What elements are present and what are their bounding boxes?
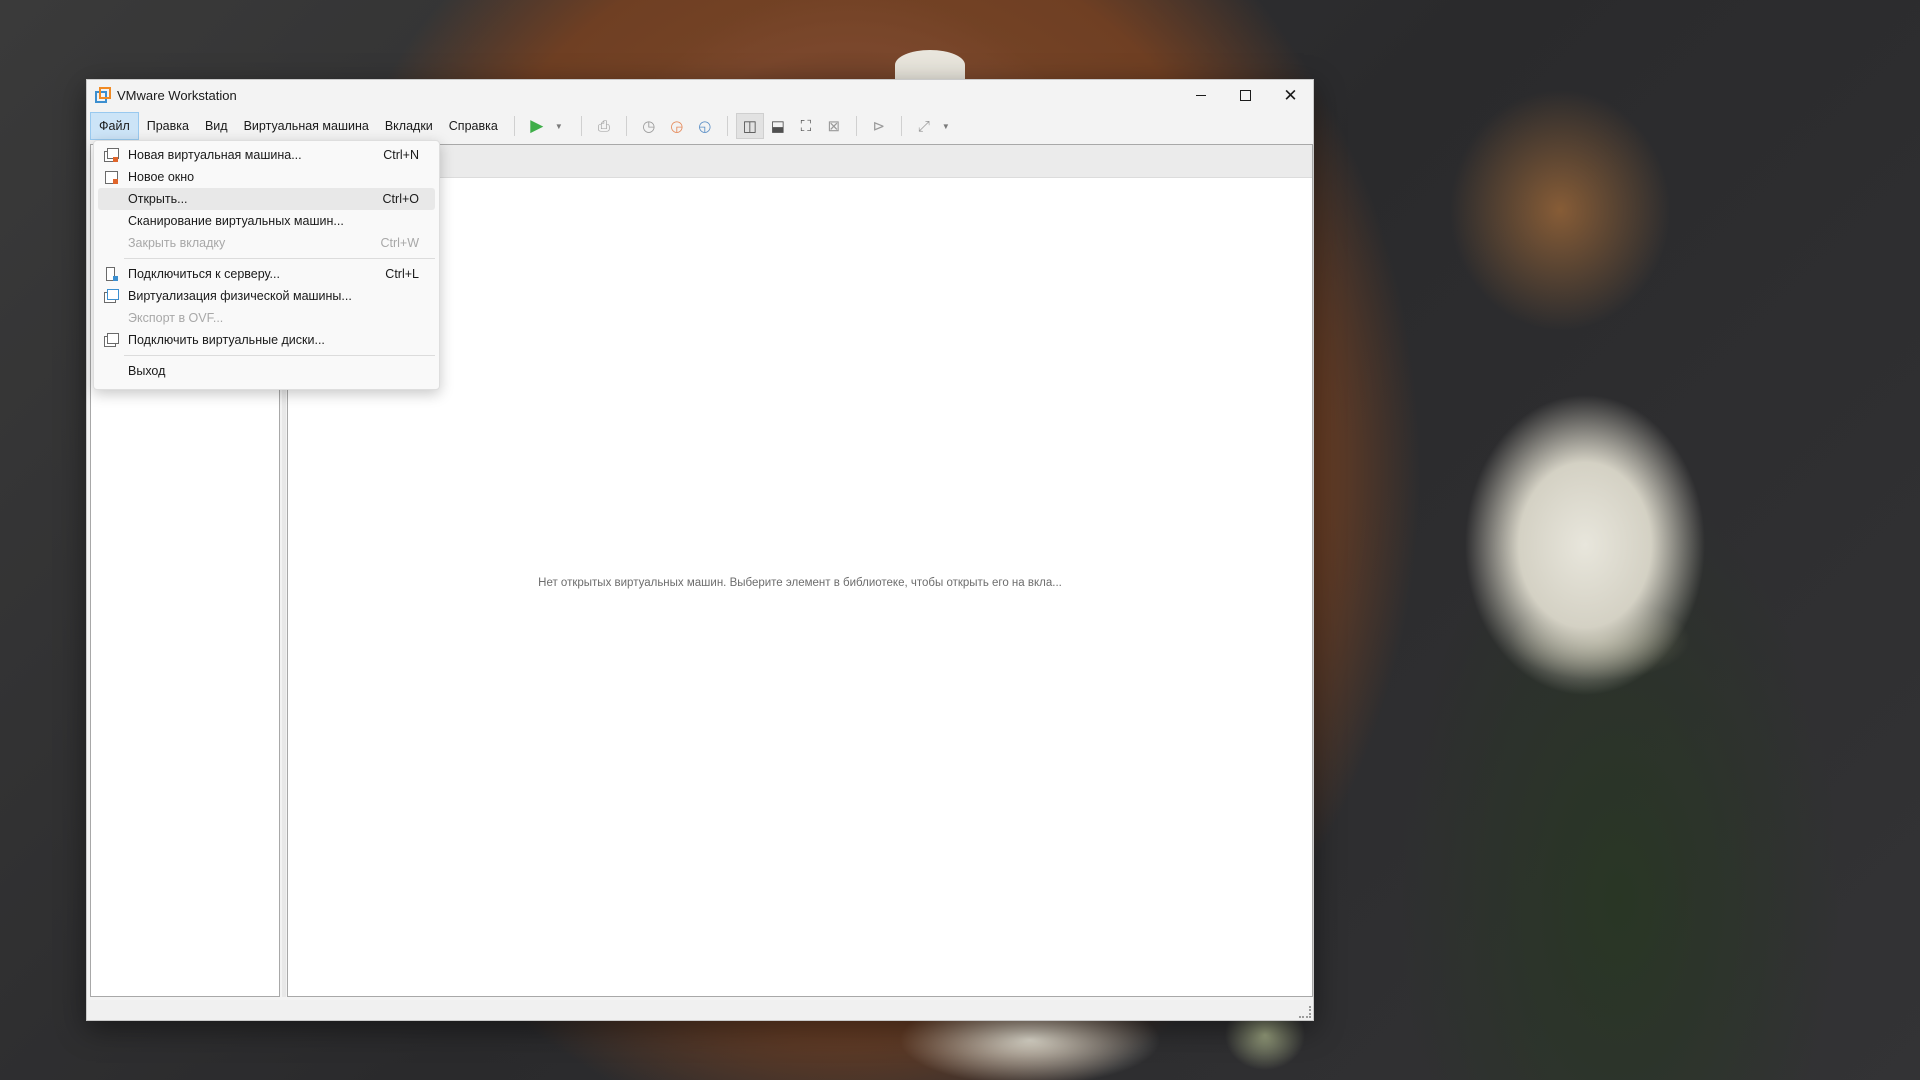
main-workspace: Нет открытых виртуальных машин. Выберите… bbox=[287, 144, 1313, 997]
library-view-icon[interactable]: ◫ bbox=[735, 113, 764, 139]
vmware-logo-icon bbox=[95, 87, 111, 103]
menu-separator bbox=[124, 258, 435, 259]
connect-server-icon bbox=[104, 267, 118, 281]
status-bar bbox=[87, 1000, 1313, 1020]
close-icon: ✕ bbox=[1283, 85, 1298, 105]
menu-item-label: Открыть... bbox=[128, 192, 188, 206]
console-view-icon[interactable]: ⊳ bbox=[865, 113, 893, 139]
window-controls: ✕ bbox=[1178, 80, 1313, 110]
virtualize-physical-icon bbox=[104, 289, 119, 303]
menu-item-close-tab: Закрыть вкладку Ctrl+W bbox=[98, 232, 435, 254]
menu-item-shortcut: Ctrl+O bbox=[382, 192, 419, 206]
menu-item-label: Экспорт в OVF... bbox=[128, 311, 224, 325]
unity-icon[interactable]: ⊠ bbox=[820, 113, 848, 139]
menu-item-map-disks[interactable]: Подключить виртуальные диски... bbox=[98, 329, 435, 351]
menu-view[interactable]: Вид bbox=[197, 113, 236, 139]
toolbar-separator bbox=[726, 116, 728, 136]
file-menu-dropdown: Новая виртуальная машина... Ctrl+N Новое… bbox=[93, 140, 440, 390]
snapshot-icon[interactable]: ◷ bbox=[635, 113, 663, 139]
toolbar-separator bbox=[513, 116, 515, 136]
dropdown-arrow-icon[interactable]: ▼ bbox=[545, 113, 573, 139]
toolbar-separator bbox=[900, 116, 902, 136]
window-title: VMware Workstation bbox=[117, 87, 237, 103]
menu-item-label: Новое окно bbox=[128, 170, 195, 184]
maximize-button[interactable] bbox=[1223, 80, 1268, 110]
menu-item-label: Закрыть вкладку bbox=[128, 236, 226, 250]
new-vm-icon bbox=[104, 148, 119, 162]
toolbar-separator bbox=[580, 116, 582, 136]
menu-item-shortcut: Ctrl+L bbox=[385, 267, 419, 281]
revert-snapshot-icon[interactable]: ◶ bbox=[663, 113, 691, 139]
new-window-icon bbox=[104, 170, 118, 184]
wallpaper-petal bbox=[895, 50, 965, 80]
menu-item-shortcut: Ctrl+W bbox=[380, 236, 419, 250]
stretch-dropdown-icon[interactable]: ▼ bbox=[932, 113, 960, 139]
menu-item-virtualize-physical[interactable]: Виртуализация физической машины... bbox=[98, 285, 435, 307]
menu-item-shortcut: Ctrl+N bbox=[383, 148, 419, 162]
menu-separator bbox=[124, 355, 435, 356]
toolbar-separator bbox=[855, 116, 857, 136]
send-keys-icon[interactable]: ⎙ bbox=[590, 113, 618, 139]
menu-help[interactable]: Справка bbox=[441, 113, 506, 139]
menu-item-export-ovf: Экспорт в OVF... bbox=[98, 307, 435, 329]
menu-item-new-vm[interactable]: Новая виртуальная машина... Ctrl+N bbox=[98, 144, 435, 166]
close-button[interactable]: ✕ bbox=[1268, 80, 1313, 110]
toolbar-separator bbox=[625, 116, 627, 136]
thumbnail-bar-icon[interactable]: ⬓ bbox=[764, 113, 792, 139]
menu-item-open[interactable]: Открыть... Ctrl+O bbox=[98, 188, 435, 210]
snapshot-manager-icon[interactable]: ◵ bbox=[691, 113, 719, 139]
minimize-button[interactable] bbox=[1178, 80, 1223, 110]
menu-item-label: Подключить виртуальные диски... bbox=[128, 333, 325, 347]
fullscreen-icon[interactable]: ⛶ bbox=[792, 113, 820, 139]
minimize-icon bbox=[1195, 94, 1206, 96]
resize-grip-icon[interactable] bbox=[1299, 1006, 1311, 1018]
menu-item-new-window[interactable]: Новое окно bbox=[98, 166, 435, 188]
menu-item-label: Виртуализация физической машины... bbox=[128, 289, 352, 303]
menu-item-label: Сканирование виртуальных машин... bbox=[128, 214, 344, 228]
menu-item-connect-server[interactable]: Подключиться к серверу... Ctrl+L bbox=[98, 263, 435, 285]
title-bar[interactable]: VMware Workstation ✕ bbox=[87, 80, 1313, 110]
menu-edit[interactable]: Правка bbox=[139, 113, 197, 139]
menu-bar: Файл Правка Вид Виртуальная машина Вклад… bbox=[87, 110, 1313, 142]
menu-tabs[interactable]: Вкладки bbox=[377, 113, 441, 139]
menu-file[interactable]: Файл bbox=[90, 112, 139, 140]
menu-vm[interactable]: Виртуальная машина bbox=[236, 113, 377, 139]
menu-item-exit[interactable]: Выход bbox=[98, 360, 435, 382]
menu-item-label: Подключиться к серверу... bbox=[128, 267, 280, 281]
empty-workspace-message: Нет открытых виртуальных машин. Выберите… bbox=[538, 577, 1062, 589]
maximize-icon bbox=[1240, 89, 1251, 101]
menu-item-label: Выход bbox=[128, 364, 166, 378]
menu-item-scan-vms[interactable]: Сканирование виртуальных машин... bbox=[98, 210, 435, 232]
tab-strip bbox=[288, 145, 1312, 178]
menu-item-label: Новая виртуальная машина... bbox=[128, 148, 302, 162]
map-disks-icon bbox=[104, 333, 119, 347]
